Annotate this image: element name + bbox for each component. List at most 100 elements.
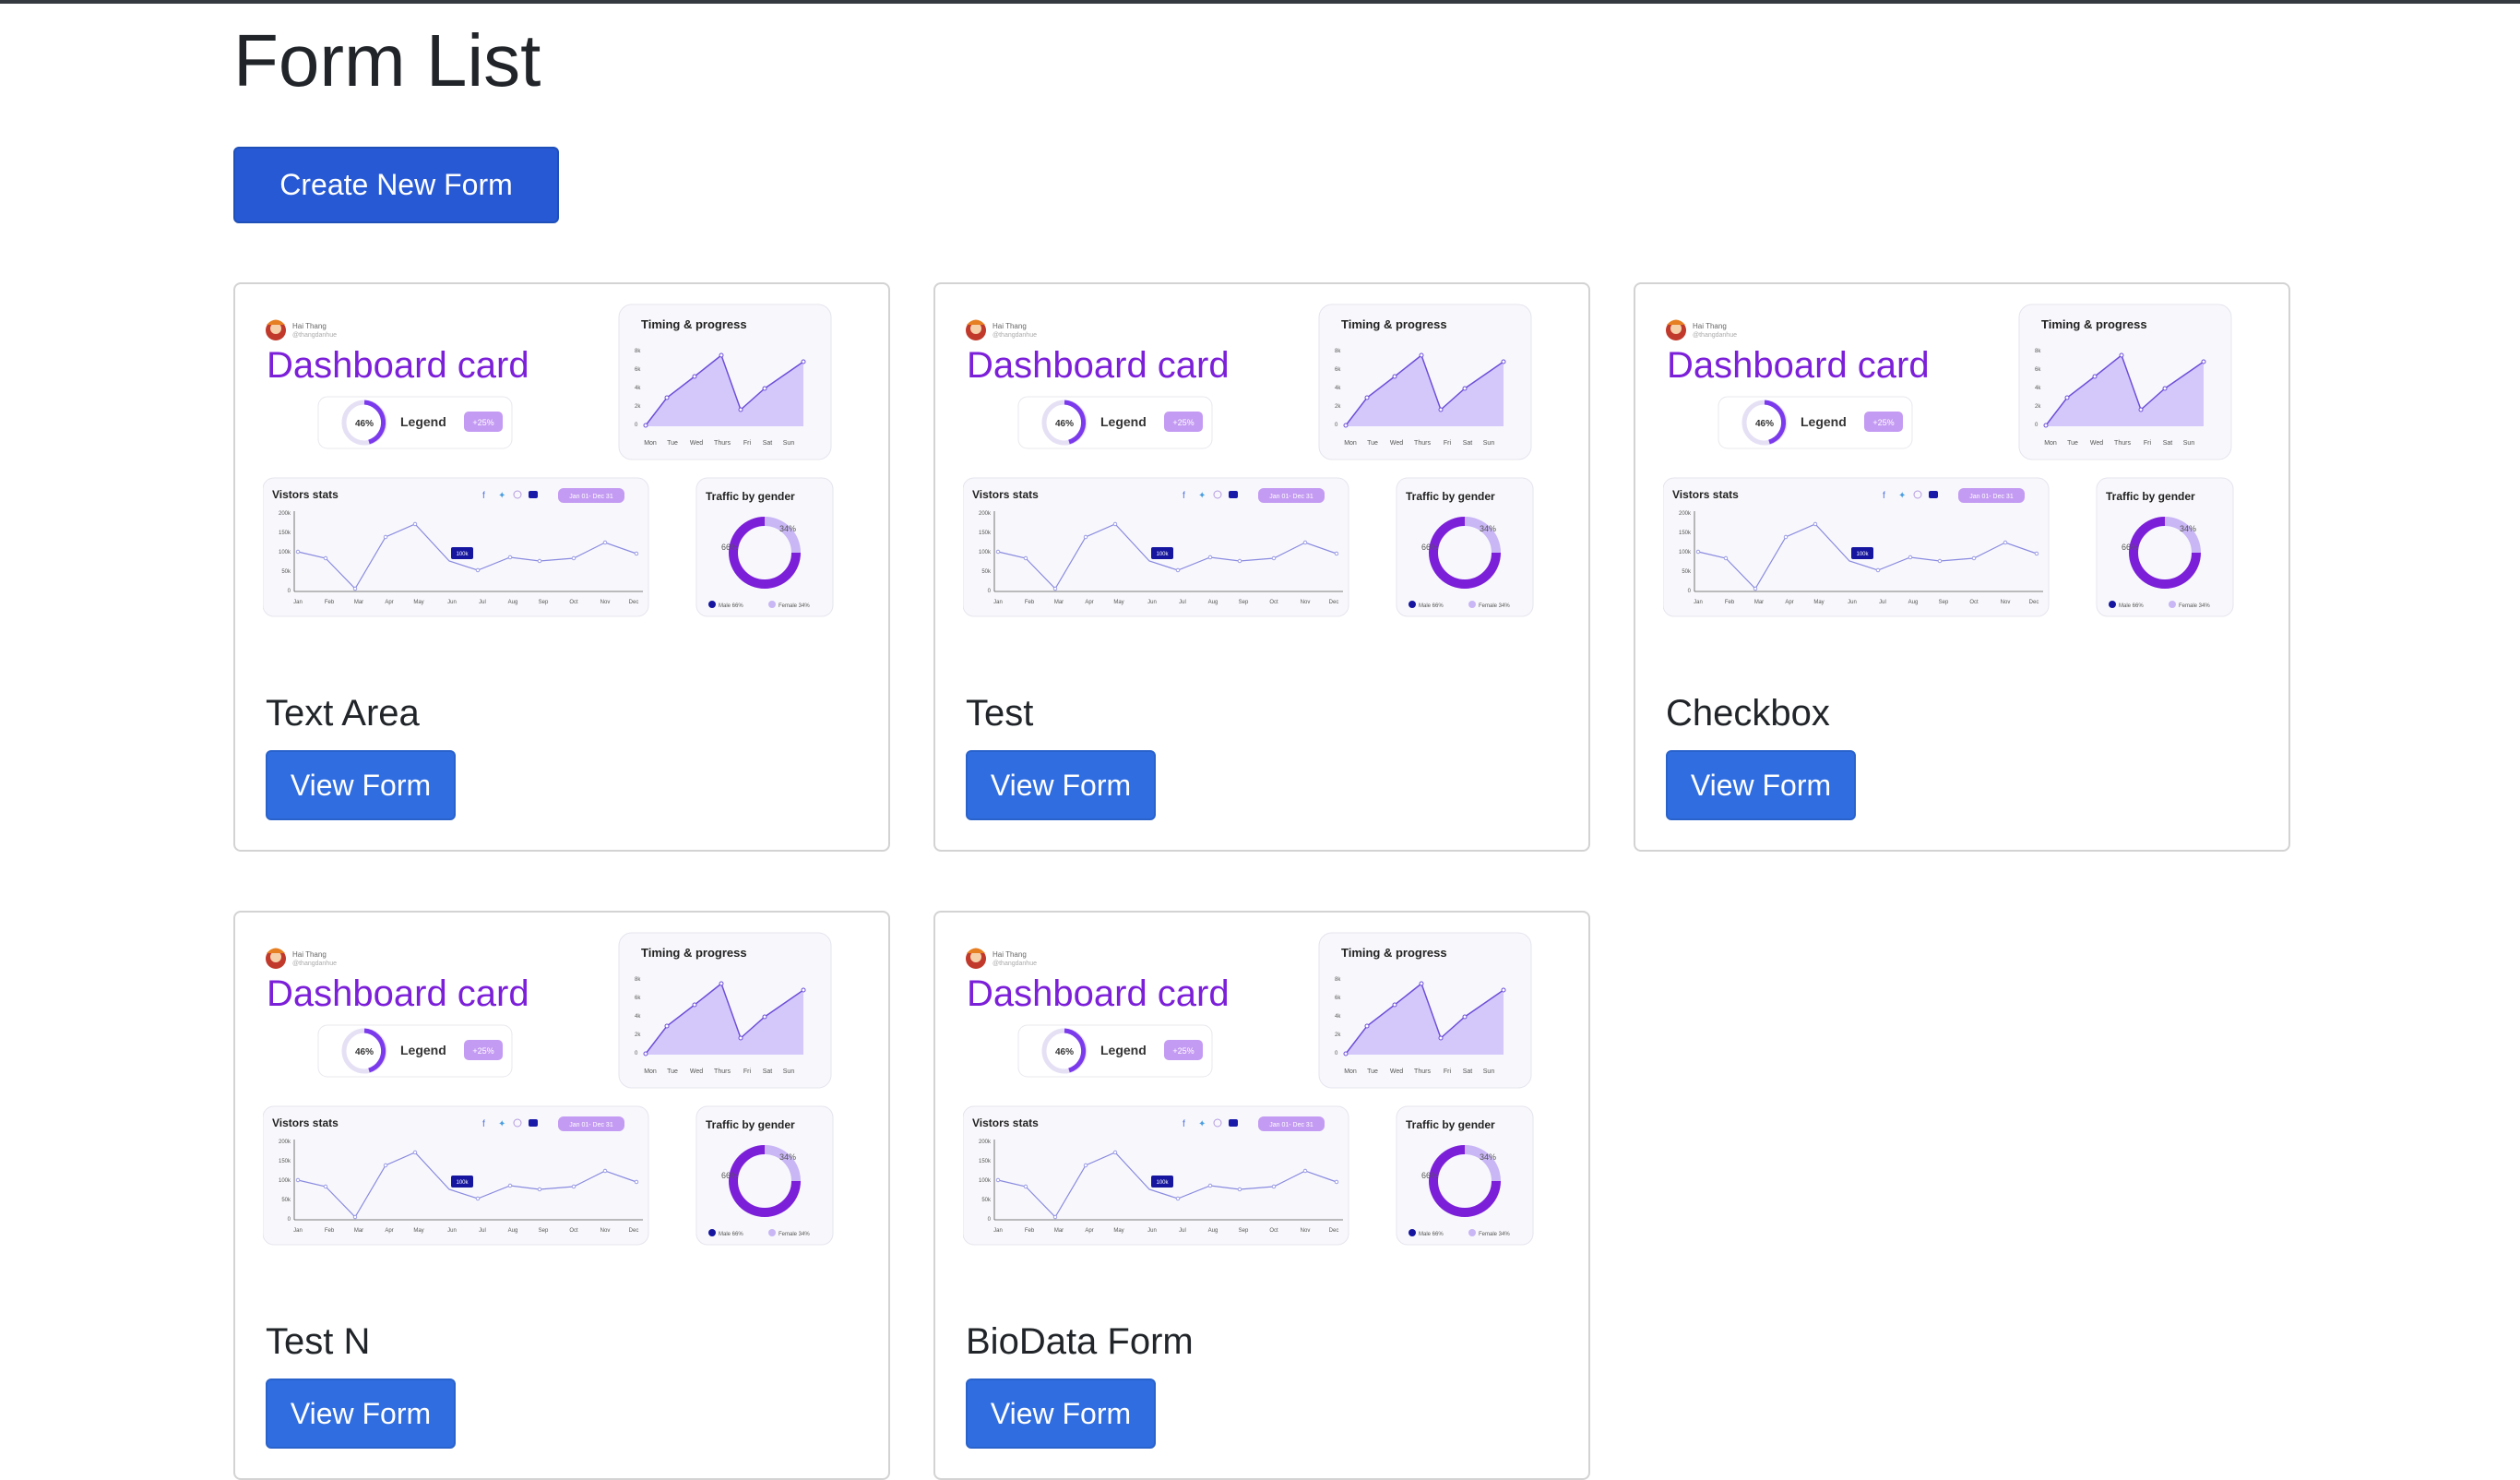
svg-text:Dec: Dec — [629, 600, 639, 605]
user-handle: @thangdanhue — [292, 961, 337, 967]
svg-text:50k: 50k — [281, 1198, 291, 1203]
svg-text:Jan: Jan — [293, 600, 303, 605]
svg-text:Fri: Fri — [743, 1068, 752, 1075]
svg-text:Mon: Mon — [2044, 440, 2057, 447]
male-dot-icon — [1409, 601, 1416, 608]
svg-text:Dec: Dec — [2029, 600, 2039, 605]
svg-text:f: f — [482, 1119, 485, 1129]
svg-text:100k: 100k — [279, 1178, 291, 1184]
svg-text:Sun: Sun — [1483, 440, 1495, 447]
female-percent: 34% — [1480, 524, 1496, 533]
svg-text:100k: 100k — [979, 1178, 992, 1184]
svg-text:6k: 6k — [1335, 367, 1341, 373]
svg-text:May: May — [1113, 600, 1123, 605]
svg-text:May: May — [1113, 1228, 1123, 1234]
timing-title: Timing & progress — [1341, 317, 1447, 331]
female-percent: 34% — [2180, 524, 2196, 533]
svg-text:Tue: Tue — [667, 1068, 678, 1075]
svg-text:Wed: Wed — [690, 440, 703, 447]
female-dot-icon — [768, 601, 776, 608]
date-range-badge: Jan 01- Dec 31 — [1269, 1122, 1313, 1128]
form-title: Test — [966, 693, 1034, 734]
thumbnail-title: Dashboard card — [967, 973, 1230, 1014]
svg-text:Sat: Sat — [1463, 1068, 1473, 1075]
view-form-button[interactable]: View Form — [266, 1379, 456, 1449]
svg-text:Sun: Sun — [1483, 1068, 1495, 1075]
thumbnail-title: Dashboard card — [267, 973, 529, 1014]
svg-text:8k: 8k — [635, 977, 641, 983]
legend-male: Male 66% — [2119, 603, 2144, 609]
svg-text:Tue: Tue — [1367, 440, 1378, 447]
svg-text:Mon: Mon — [644, 440, 657, 447]
male-dot-icon — [1409, 1229, 1416, 1236]
view-form-button[interactable]: View Form — [1666, 750, 1856, 820]
svg-text:Feb: Feb — [325, 1228, 335, 1234]
female-percent: 34% — [779, 524, 796, 533]
svg-text:Jan: Jan — [293, 1228, 303, 1234]
svg-text:Sat: Sat — [1463, 440, 1473, 447]
male-percent: 66% — [721, 1171, 738, 1180]
svg-text:6k: 6k — [635, 996, 641, 1001]
visitors-title: Vistors stats — [972, 488, 1039, 501]
view-form-button[interactable]: View Form — [966, 1379, 1156, 1449]
svg-text:4k: 4k — [635, 386, 641, 391]
svg-text:6k: 6k — [2035, 367, 2041, 373]
svg-text:Wed: Wed — [690, 1068, 703, 1075]
legend-label: Legend — [1100, 1043, 1147, 1057]
form-card: Hai Thang @thangdanhue Dashboard card 46… — [1634, 282, 2290, 852]
svg-text:Dec: Dec — [1329, 1228, 1339, 1234]
visitors-title: Vistors stats — [272, 1116, 339, 1129]
timing-title: Timing & progress — [641, 946, 747, 960]
svg-text:Sep: Sep — [1239, 600, 1249, 605]
svg-text:Nov: Nov — [1301, 600, 1311, 605]
svg-text:Oct: Oct — [1969, 600, 1979, 605]
svg-text:Sat: Sat — [763, 440, 773, 447]
svg-text:✦: ✦ — [1198, 1119, 1206, 1129]
dashboard-thumbnail: Hai Thang @thangdanhue Dashboard card 46… — [263, 304, 834, 617]
legend-label: Legend — [400, 414, 446, 429]
svg-text:50k: 50k — [981, 569, 992, 575]
svg-text:Sep: Sep — [539, 600, 549, 605]
svg-text:Nov: Nov — [600, 1228, 611, 1234]
dashboard-thumbnail: Hai Thang @thangdanhue Dashboard card 46… — [963, 304, 1534, 617]
svg-text:Wed: Wed — [2090, 440, 2103, 447]
svg-text:Jun: Jun — [447, 600, 457, 605]
svg-text:Sep: Sep — [1239, 1228, 1249, 1234]
svg-text:Thurs: Thurs — [714, 1068, 731, 1075]
svg-text:Sep: Sep — [539, 1228, 549, 1234]
legend-badge: +25% — [472, 1046, 493, 1056]
svg-text:150k: 150k — [279, 1159, 291, 1164]
legend-female: Female 34% — [1479, 1232, 1510, 1237]
progress-percent: 46% — [355, 419, 374, 429]
svg-text:✦: ✦ — [1198, 491, 1206, 501]
svg-text:Jul: Jul — [1179, 600, 1186, 605]
female-dot-icon — [768, 1229, 776, 1236]
create-new-form-button[interactable]: Create New Form — [233, 147, 559, 223]
male-dot-icon — [708, 1229, 716, 1236]
svg-text:2k: 2k — [635, 1032, 641, 1038]
dashboard-thumbnail: Hai Thang @thangdanhue Dashboard card 46… — [263, 932, 834, 1246]
svg-text:Aug: Aug — [1908, 600, 1919, 605]
male-percent: 66% — [2122, 543, 2138, 552]
view-form-button[interactable]: View Form — [266, 750, 456, 820]
date-range-badge: Jan 01- Dec 31 — [569, 494, 613, 500]
svg-text:8k: 8k — [1335, 349, 1341, 354]
user-handle: @thangdanhue — [292, 332, 337, 339]
svg-text:Thurs: Thurs — [1414, 1068, 1431, 1075]
svg-text:6k: 6k — [1335, 996, 1341, 1001]
svg-text:8k: 8k — [1335, 977, 1341, 983]
visitors-title: Vistors stats — [272, 488, 339, 501]
dashboard-thumbnail: Hai Thang @thangdanhue Dashboard card 46… — [1663, 304, 2234, 617]
user-handle: @thangdanhue — [1693, 332, 1737, 339]
date-range-badge: Jan 01- Dec 31 — [569, 1122, 613, 1128]
view-form-button[interactable]: View Form — [966, 750, 1156, 820]
svg-text:Mon: Mon — [644, 1068, 657, 1075]
svg-text:✦: ✦ — [498, 491, 505, 501]
legend-male: Male 66% — [719, 1232, 743, 1237]
svg-text:4k: 4k — [2035, 386, 2041, 391]
svg-text:Feb: Feb — [325, 600, 335, 605]
svg-text:Oct: Oct — [569, 1228, 578, 1234]
svg-text:200k: 200k — [279, 1140, 291, 1145]
svg-text:Dec: Dec — [629, 1228, 639, 1234]
user-avatar-icon — [266, 319, 286, 340]
